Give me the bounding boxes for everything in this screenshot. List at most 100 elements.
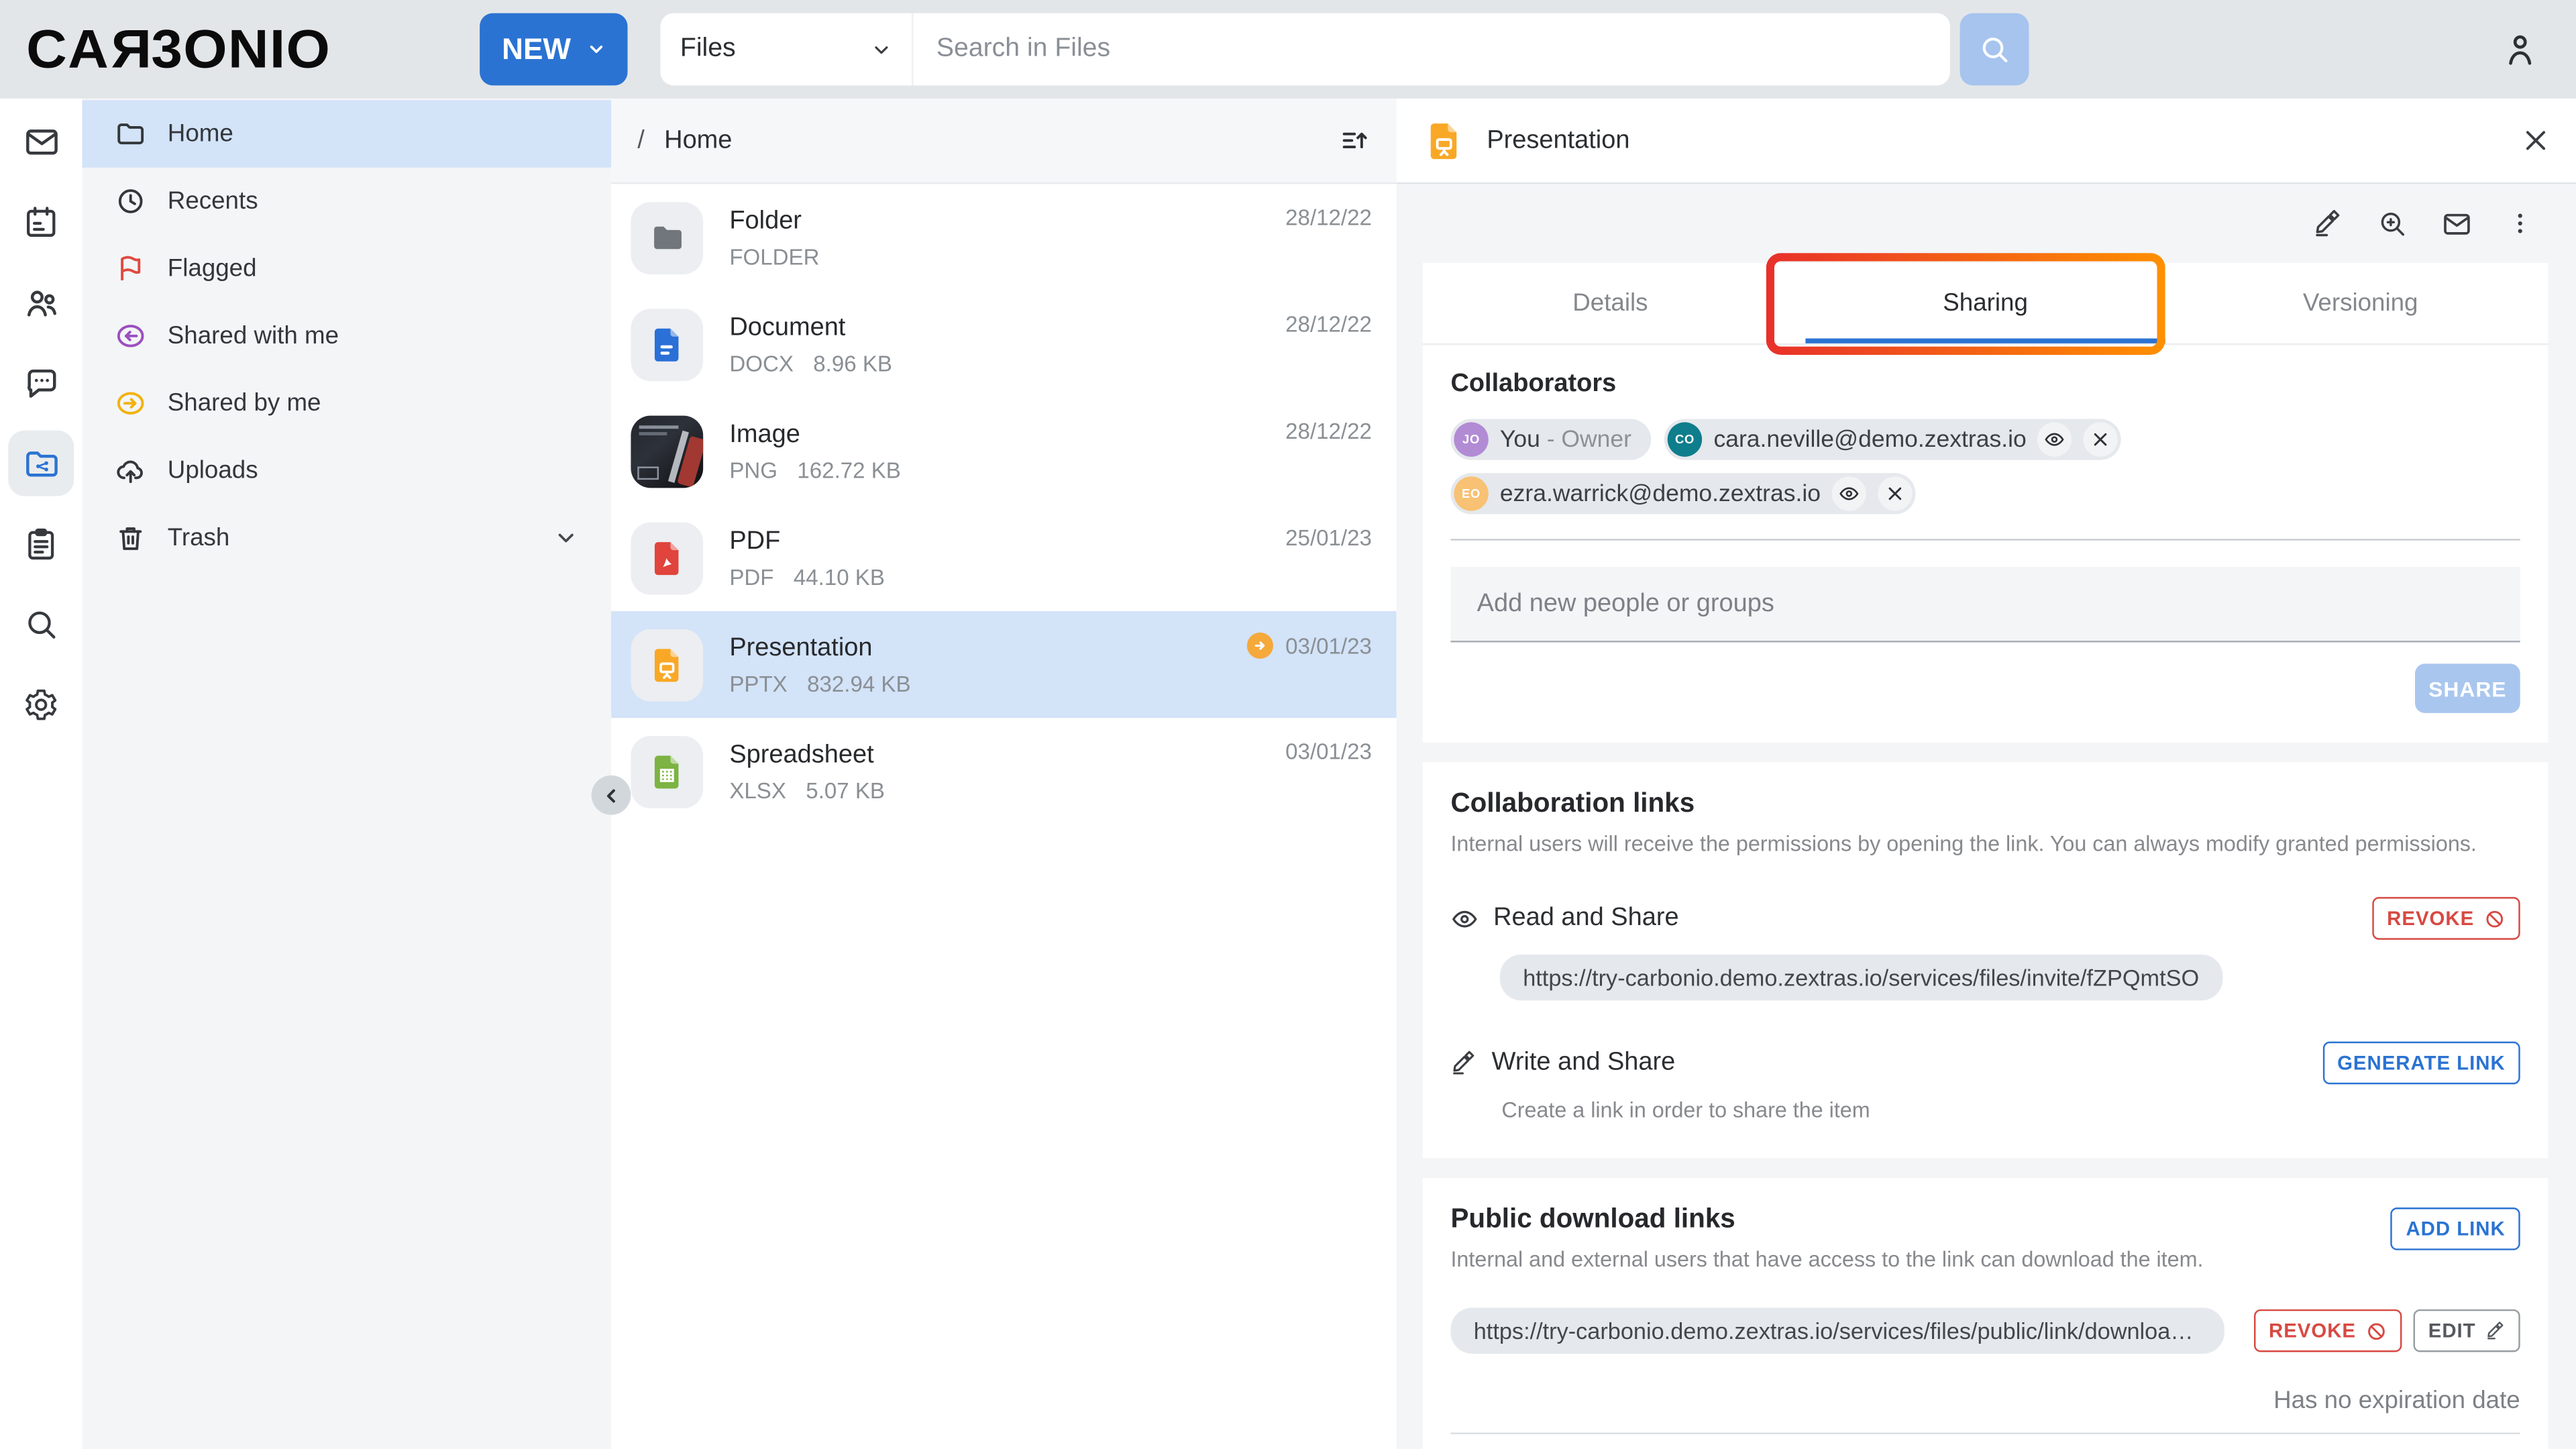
file-name: Image — [729, 422, 1373, 447]
document-icon — [647, 325, 687, 364]
rail-item-contacts[interactable] — [8, 270, 74, 335]
account-avatar-button[interactable] — [2500, 30, 2540, 69]
file-row-folder[interactable]: Folder FOLDER 28/12/22 — [611, 184, 1397, 290]
details-actions — [1397, 184, 2576, 263]
sidebar-item-label: Shared with me — [168, 322, 339, 350]
rail-item-calendar[interactable] — [8, 189, 74, 255]
cloud-upload-icon — [115, 455, 146, 486]
chevron-down-icon — [586, 40, 605, 59]
add-link-button[interactable]: ADD LINK — [2391, 1208, 2520, 1250]
rail-item-chats[interactable] — [8, 350, 74, 416]
collaborator-label: You — [1500, 427, 1540, 453]
search-icon — [1978, 33, 2011, 66]
zoom-in-icon — [2377, 209, 2407, 238]
generate-link-button[interactable]: GENERATE LINK — [2322, 1042, 2520, 1085]
public-link-row: https://try-carbonio.demo.zextras.io/ser… — [1450, 1307, 2520, 1354]
remove-collaborator-button[interactable] — [1878, 476, 1913, 511]
preview-button[interactable] — [2377, 209, 2407, 238]
sidebar-item-label: Shared by me — [168, 389, 321, 417]
sidebar-item-uploads[interactable]: Uploads — [82, 437, 611, 504]
prohibition-icon — [2484, 908, 2506, 929]
read-share-link[interactable]: https://try-carbonio.demo.zextras.io/ser… — [1500, 955, 2222, 1001]
sidebar-item-shared-by-me[interactable]: Shared by me — [82, 370, 611, 437]
details-header: Presentation — [1397, 99, 2576, 184]
gear-icon — [23, 687, 59, 723]
tab-sharing[interactable]: Sharing — [1798, 263, 2173, 343]
rail-item-settings[interactable] — [8, 672, 74, 738]
file-size: 832.94 KB — [807, 673, 910, 695]
revoke-read-link-button[interactable]: REVOKE — [2372, 897, 2520, 940]
arrow-circle-right-icon — [115, 388, 146, 419]
pencil-icon — [2485, 1321, 2505, 1340]
sidebar-item-recents[interactable]: Recents — [82, 168, 611, 235]
chevron-down-icon[interactable] — [553, 526, 578, 551]
add-collaborator-input[interactable] — [1450, 589, 2520, 619]
more-actions-button[interactable] — [2507, 210, 2533, 236]
new-button[interactable]: NEW — [480, 13, 627, 86]
sidebar-item-home[interactable]: Home — [82, 100, 611, 167]
view-permissions-button[interactable] — [1832, 476, 1866, 511]
file-row-image[interactable]: Image PNG162.72 KB 28/12/22 — [611, 398, 1397, 504]
share-button[interactable]: SHARE — [2415, 663, 2520, 712]
public-download-link[interactable]: https://try-carbonio.demo.zextras.io/ser… — [1450, 1307, 2224, 1354]
pencil-icon — [2313, 209, 2343, 238]
sidebar-item-label: Uploads — [168, 457, 258, 485]
document-tile — [631, 308, 703, 380]
person-icon — [2500, 30, 2540, 69]
module-select[interactable]: Files — [660, 13, 912, 86]
file-row-document[interactable]: Document DOCX8.96 KB 28/12/22 — [611, 290, 1397, 397]
file-date: 28/12/22 — [1285, 419, 1372, 443]
file-date: 28/12/22 — [1285, 312, 1372, 337]
file-type: PDF — [729, 566, 773, 588]
sort-asc-icon — [1339, 125, 1371, 156]
pdf-icon — [647, 538, 687, 578]
search-button[interactable] — [1960, 13, 2029, 86]
revoke-public-link-button[interactable]: REVOKE — [2254, 1309, 2402, 1352]
file-name: Folder — [729, 209, 1373, 234]
close-icon — [2092, 431, 2110, 449]
file-type: DOCX — [729, 352, 794, 374]
top-bar: CAR3ONIO NEW Files — [0, 0, 2576, 99]
sidebar-item-shared-with-me[interactable]: Shared with me — [82, 303, 611, 370]
rail-item-tasks[interactable] — [8, 511, 74, 577]
breadcrumb-current[interactable]: Home — [664, 125, 732, 155]
sort-button[interactable] — [1339, 125, 1371, 156]
collapse-sidebar-button[interactable] — [592, 775, 631, 815]
spreadsheet-tile — [631, 735, 703, 808]
sidebar-item-trash[interactable]: Trash — [82, 504, 611, 572]
read-share-label: Read and Share — [1493, 904, 1678, 933]
avatar: JO — [1454, 422, 1488, 456]
rail-item-mail[interactable] — [8, 109, 74, 174]
send-via-mail-button[interactable] — [2441, 208, 2473, 239]
add-collaborator-field — [1450, 567, 2520, 643]
presentation-icon — [1423, 119, 1466, 162]
edit-button[interactable] — [2313, 209, 2343, 238]
write-share-label: Write and Share — [1492, 1048, 1676, 1077]
file-row-presentation[interactable]: Presentation PPTX832.94 KB 03/01/23 — [611, 611, 1397, 718]
tasks-icon — [23, 526, 59, 562]
rail-item-search[interactable] — [8, 592, 74, 657]
file-list-panel: / Home Folder FOLDER 28/12/22 — [611, 99, 1397, 1449]
close-icon — [2522, 127, 2550, 155]
file-row-spreadsheet[interactable]: Spreadsheet XLSX5.07 KB 03/01/23 — [611, 718, 1397, 824]
view-permissions-button[interactable] — [2038, 422, 2072, 456]
sidebar-item-flagged[interactable]: Flagged — [82, 235, 611, 302]
pencil-icon — [1450, 1050, 1477, 1076]
collaborator-chip-owner: JO You - Owner — [1450, 419, 1651, 460]
remove-collaborator-button[interactable] — [2084, 422, 2118, 456]
collaborator-label: ezra.warrick@demo.zextras.io — [1500, 480, 1821, 506]
collaborator-chip: CO cara.neville@demo.zextras.io — [1664, 419, 2122, 460]
breadcrumb-root[interactable]: / — [637, 125, 645, 155]
rail-item-files[interactable] — [8, 431, 74, 496]
edit-public-link-button[interactable]: EDIT — [2414, 1309, 2520, 1352]
presentation-tile — [631, 629, 703, 701]
contacts-icon — [22, 283, 60, 321]
folder-tile — [631, 201, 703, 274]
tab-details[interactable]: Details — [1423, 263, 1798, 343]
search-input[interactable] — [914, 34, 1950, 64]
file-date: 25/01/23 — [1285, 526, 1372, 551]
tab-versioning[interactable]: Versioning — [2173, 263, 2548, 343]
file-name: Document — [729, 315, 1373, 341]
close-details-button[interactable] — [2522, 127, 2550, 155]
file-row-pdf[interactable]: PDF PDF44.10 KB 25/01/23 — [611, 504, 1397, 611]
